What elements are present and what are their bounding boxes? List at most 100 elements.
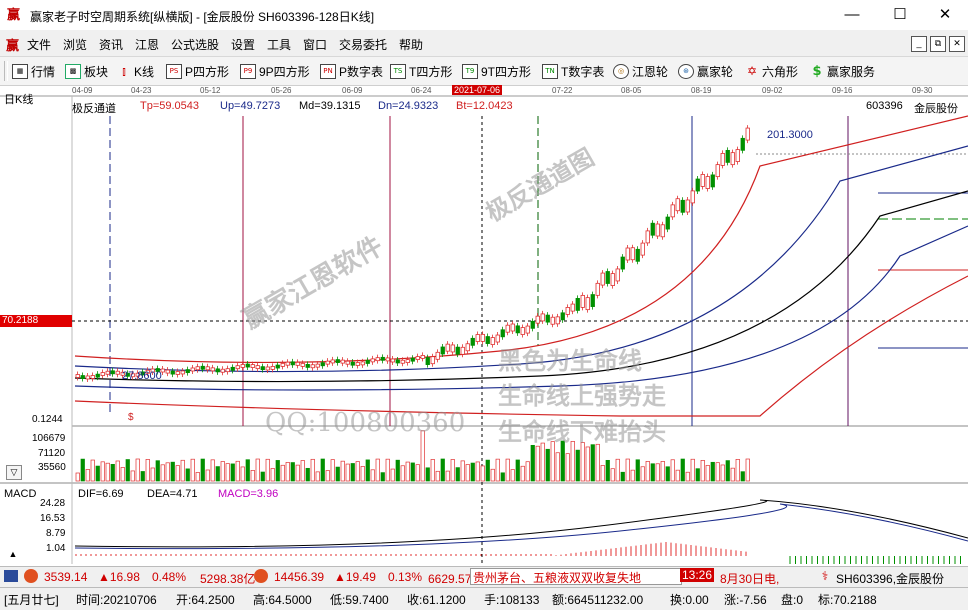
news-ticker[interactable]: 贵州茅台、五粮液双双收复失地 (470, 568, 682, 585)
volume-bar (345, 463, 350, 482)
volume-bar (295, 464, 300, 482)
menu-settings[interactable]: 设置 (231, 36, 255, 53)
kline-chart-panel[interactable]: 04-09 04-23 05-12 05-26 06-09 06-24 2021… (0, 85, 968, 564)
candle-body (385, 357, 390, 362)
volume-bar (150, 467, 155, 482)
sh-index-change: ▲16.98 (98, 570, 140, 584)
macd-expand-button[interactable]: ▲ (6, 548, 20, 560)
menu-gann[interactable]: 江恩 (135, 36, 159, 53)
date-tick: 05-12 (200, 86, 221, 95)
price-high-label: 201.3000 (767, 129, 813, 141)
candle-body (365, 360, 370, 364)
menu-browse[interactable]: 浏览 (63, 36, 87, 53)
volume-bar (715, 462, 720, 482)
tp-value: Tp=59.0543 (140, 100, 200, 112)
toolbar-9p-square-button[interactable]: P9 9P四方形 (240, 63, 310, 79)
menu-trade[interactable]: 交易委托 (339, 36, 387, 53)
candle-body (620, 256, 625, 270)
toolbar-kline-button[interactable]: ⫾ K线 (117, 63, 154, 79)
candle-body (210, 367, 215, 372)
toolbar-9t-square-button[interactable]: T9 9T四方形 (462, 63, 531, 79)
volume-bar (90, 459, 95, 482)
menu-news[interactable]: 资讯 (99, 36, 123, 53)
close-button[interactable]: ✕ (925, 4, 965, 26)
volume-bar (110, 463, 115, 482)
candle-body (85, 375, 90, 380)
toolbar-p-square-button[interactable]: PS P四方形 (166, 63, 229, 79)
candle-body (310, 364, 315, 369)
mdi-restore-button[interactable]: ⧉ (930, 36, 946, 52)
candle-body (450, 344, 455, 353)
volume-bar (410, 462, 415, 482)
quote-info-bar: [五月廿七] 时间:20210706 开:64.2500 高:64.5000 低… (0, 587, 968, 610)
news-ticker-2[interactable]: 8月30日电, (720, 570, 779, 587)
menu-tools[interactable]: 工具 (267, 36, 291, 53)
volume-bar (230, 463, 235, 482)
volume-bar (125, 459, 130, 482)
menu-window[interactable]: 窗口 (303, 36, 327, 53)
dollar-icon: $ (812, 63, 822, 79)
toolbar-sector-button[interactable]: ▩ 板块 (65, 63, 108, 79)
candle-body (105, 370, 110, 375)
toolbar: ▦ 行情 ▩ 板块 ⫾ K线 PS P四方形 P9 9P四方形 PN P数字表 TS T四方形… (0, 57, 968, 86)
candle-body (700, 174, 705, 187)
watermark-qq: QQ:100800360 (265, 408, 466, 438)
mdi-minimize-button[interactable]: _ (911, 36, 927, 52)
kline-chart-canvas[interactable] (0, 86, 968, 564)
volume-bar (395, 459, 400, 482)
candle-body (545, 314, 550, 323)
volume-bar (460, 460, 465, 482)
menu-file[interactable]: 文件 (27, 36, 51, 53)
volume-bar (210, 459, 215, 482)
volume-bar (145, 459, 150, 482)
minimize-button[interactable]: — (832, 4, 872, 26)
volume-bar (680, 458, 685, 482)
volume-bar (465, 464, 470, 482)
mdi-close-button[interactable]: ✕ (949, 36, 965, 52)
indicator-name: 极反通道 (72, 103, 116, 115)
maximize-button[interactable]: ☐ (880, 4, 920, 26)
candle-body (110, 370, 115, 375)
menu-help[interactable]: 帮助 (399, 36, 423, 53)
lunar-date: [五月廿七] (4, 593, 59, 607)
candle-body (175, 371, 180, 375)
candle-body (660, 224, 665, 238)
menu-formula[interactable]: 公式选股 (171, 36, 219, 53)
toolbar-t-number-button[interactable]: TN T数字表 (542, 63, 604, 79)
volume-tick: 106679 (32, 433, 66, 444)
volume-bar (155, 460, 160, 482)
crosshair-price-label: 70.2188 (0, 315, 72, 327)
volume-bar (635, 459, 640, 482)
gann-wheel-icon: ◎ (613, 63, 629, 79)
volume-bar (340, 460, 345, 482)
volume-bar (95, 465, 100, 482)
candle-body (675, 198, 680, 212)
volume-bar (375, 458, 380, 482)
toolbar-gann-wheel-button[interactable]: ◎ 江恩轮 (613, 63, 668, 79)
volume-bar (425, 467, 430, 482)
sh-index-amount: 5298.38亿 (200, 572, 256, 586)
candle-body (580, 294, 585, 308)
volume-bar (495, 458, 500, 482)
toolbar-quotes-button[interactable]: ▦ 行情 (12, 63, 55, 79)
toolbar-winner-wheel-button[interactable]: ⊛ 赢家轮 (678, 63, 733, 79)
toolbar-p-number-button[interactable]: PN P数字表 (320, 63, 383, 79)
toolbar-service-button[interactable]: $ 赢家服务 (810, 63, 875, 79)
volume-bar (710, 461, 715, 482)
candle-body (730, 152, 735, 166)
candlestick-icon: ⫾ (122, 64, 126, 78)
toolbar-t-square-button[interactable]: TS T四方形 (390, 63, 452, 79)
volume-bar (485, 459, 490, 482)
volume-collapse-button[interactable]: ▽ (6, 465, 22, 480)
sh-index-icon (4, 570, 18, 582)
volume-bar (135, 458, 140, 482)
toolbar-hexagon-button[interactable]: ✡ 六角形 (745, 63, 798, 79)
candle-body (400, 359, 405, 364)
volume-bar (180, 459, 185, 482)
volume-tick: 35560 (38, 462, 66, 473)
candle-body (330, 359, 335, 364)
candle-body (405, 359, 410, 363)
volume-bar (260, 471, 265, 482)
volume-bar (445, 470, 450, 482)
candle-body (240, 364, 245, 368)
